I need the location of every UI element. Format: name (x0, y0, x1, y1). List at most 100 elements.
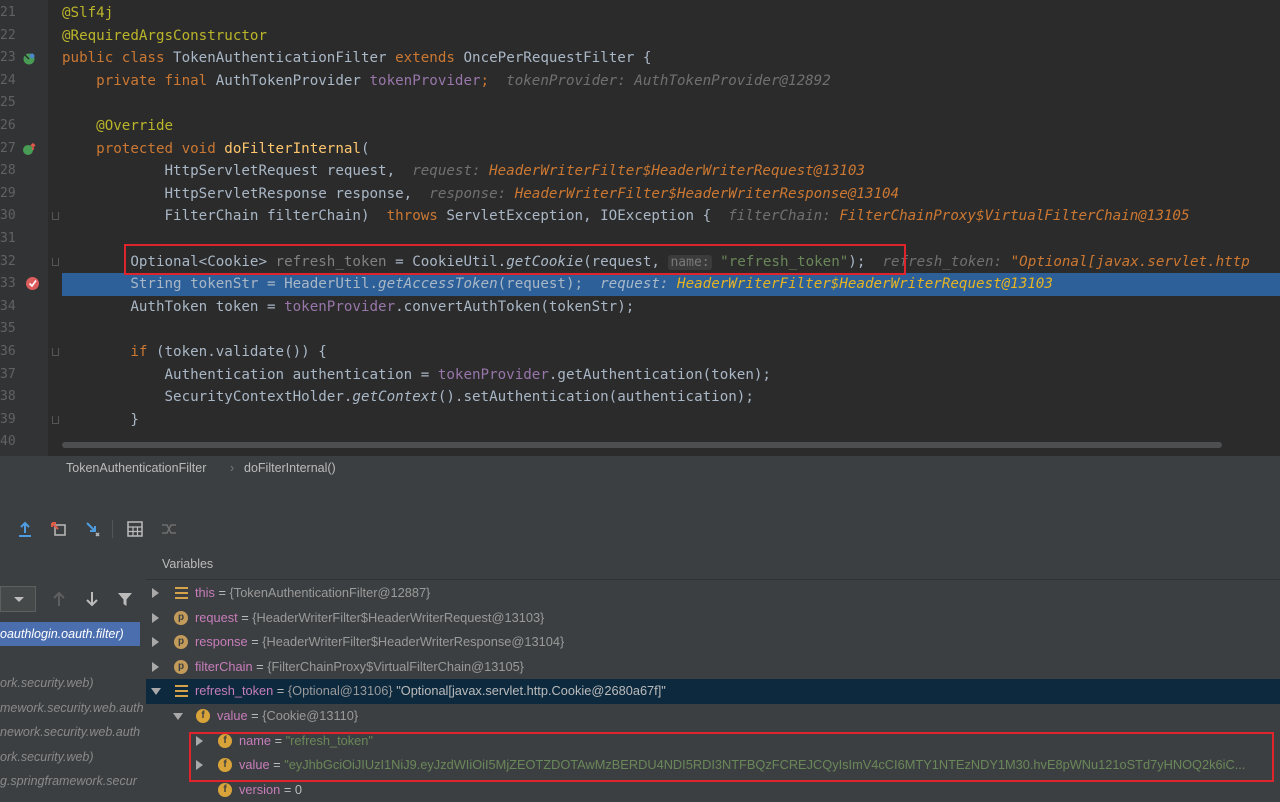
variable-name: this (195, 585, 215, 600)
code-line[interactable]: public class TokenAuthenticationFilter e… (62, 47, 1280, 70)
breadcrumb-class[interactable]: TokenAuthenticationFilter (66, 456, 206, 480)
code-line[interactable]: AuthToken token = tokenProvider.convertA… (62, 296, 1280, 319)
next-frame-icon[interactable] (85, 591, 99, 607)
code-line[interactable]: @Slf4j (62, 2, 1280, 25)
inline-debug-value: filterChain: (711, 208, 840, 225)
line-number[interactable]: 40 (0, 431, 16, 454)
code-line[interactable]: FilterChain filterChain) throws ServletE… (62, 205, 1280, 228)
code-token: ; (480, 72, 490, 89)
line-number[interactable]: 33 (0, 273, 16, 296)
code-line[interactable] (62, 92, 1280, 115)
line-number[interactable]: 38 (0, 386, 16, 409)
line-number[interactable]: 30 (0, 205, 16, 228)
breakpoint-icon[interactable] (25, 276, 40, 291)
line-number[interactable]: 24 (0, 70, 16, 93)
fold-marker[interactable] (52, 258, 59, 266)
stack-frame[interactable] (0, 647, 146, 671)
collapsed-arrow-icon[interactable] (152, 661, 159, 672)
collapsed-arrow-icon[interactable] (152, 588, 159, 598)
code-token: .getAuthentication(token); (548, 366, 771, 383)
fold-marker[interactable] (52, 416, 59, 424)
trace-stream-button[interactable] (156, 510, 182, 548)
current-execution-line[interactable]: String tokenStr = HeaderUtil.getAccessTo… (62, 273, 1280, 296)
code-token: extends (395, 50, 464, 67)
fold-marker[interactable] (52, 212, 59, 220)
collapsed-arrow-icon[interactable] (152, 612, 159, 623)
code-token: (request); (497, 276, 584, 293)
code-line[interactable]: protected void doFilterInternal( (62, 138, 1280, 161)
line-number[interactable]: 23 (0, 47, 16, 70)
variable-row[interactable]: p response = {HeaderWriterFilter$HeaderWr… (146, 630, 1280, 655)
code-line[interactable]: HttpServletResponse response, response: … (62, 183, 1280, 206)
horizontal-scrollbar[interactable] (62, 442, 1222, 448)
variable-name: value (217, 708, 248, 723)
code-line[interactable]: SecurityContextHolder.getContext().setAu… (62, 386, 1280, 409)
line-number[interactable]: 39 (0, 409, 16, 432)
code-line[interactable]: @RequiredArgsConstructor (62, 25, 1280, 48)
thread-selector[interactable] (0, 586, 36, 612)
collapsed-arrow-icon[interactable] (152, 637, 159, 648)
line-number[interactable]: 26 (0, 115, 16, 138)
chevron-right-icon: › (230, 461, 235, 475)
stack-frame[interactable]: ork.security.web) (0, 745, 146, 769)
variables-panel: Variables this = {TokenAuthenticationFil… (146, 548, 1280, 802)
line-number[interactable]: 31 (0, 228, 16, 251)
line-number[interactable]: 37 (0, 364, 16, 387)
line-number[interactable]: 36 (0, 341, 16, 364)
line-number[interactable]: 27 (0, 138, 16, 161)
expanded-arrow-icon[interactable] (173, 713, 183, 720)
inline-debug-value: request: (583, 276, 678, 293)
variable-val: 0 (294, 781, 302, 797)
code-token: doFilterInternal (224, 140, 361, 157)
expanded-arrow-icon[interactable] (151, 688, 161, 696)
line-number[interactable]: 34 (0, 296, 16, 319)
evaluate-expression-button[interactable] (122, 510, 148, 548)
stack-frame[interactable]: ork.security.web) (0, 671, 146, 695)
implemented-class-icon[interactable] (22, 52, 36, 66)
override-method-icon[interactable] (22, 142, 36, 156)
code-token: tokenProvider (284, 298, 396, 315)
code-line[interactable] (62, 318, 1280, 341)
fold-marker[interactable] (52, 348, 59, 356)
inline-debug-value: request: (395, 163, 490, 180)
stack-frame[interactable]: g.springframework.secur (0, 769, 146, 793)
line-number[interactable]: 25 (0, 92, 16, 115)
variable-type: {TokenAuthenticationFilter@12887} (229, 585, 431, 600)
code-line[interactable]: Authentication authentication = tokenPro… (62, 364, 1280, 387)
code-line[interactable]: @Override (62, 115, 1280, 138)
line-number-gutter[interactable]: 21 22 23 24 25 26 27 28 29 30 31 32 33 34 35 36 37 38 39 40 (0, 0, 48, 456)
line-number[interactable]: 32 (0, 251, 16, 274)
code-token: TokenAuthenticationFilter (173, 50, 396, 67)
highlight-box-cookie-fields (189, 732, 1274, 782)
code-line[interactable]: if (token.validate()) { (62, 341, 1280, 364)
stack-frame[interactable]: mework.security.web.auth (0, 696, 146, 720)
variable-eq: = (252, 658, 268, 674)
stack-frame[interactable]: nework.security.web.auth (0, 720, 146, 744)
breadcrumb-method[interactable]: doFilterInternal() (244, 456, 336, 480)
variable-row[interactable]: p filterChain = {FilterChainProxy$Virtual… (146, 655, 1280, 680)
code-line[interactable]: HttpServletRequest request, request: Hea… (62, 160, 1280, 183)
frames-panel: oauthlogin.oauth.filter) ork.security.web… (0, 548, 147, 802)
inline-debug-value: "Optional[javax.servlet.http (1010, 253, 1250, 270)
run-to-cursor-icon (86, 522, 100, 537)
line-number[interactable]: 28 (0, 160, 16, 183)
variable-row[interactable]: this = {TokenAuthenticationFilter@12887} (146, 581, 1280, 606)
code-token: } (62, 411, 139, 428)
line-number[interactable]: 21 (0, 2, 16, 25)
stack-frame[interactable]: oauthlogin.oauth.filter) (0, 622, 140, 646)
code-token: @Slf4j (62, 5, 114, 21)
code-line[interactable]: private final AuthTokenProvider tokenPro… (62, 70, 1280, 93)
run-to-cursor-button[interactable] (80, 510, 106, 548)
line-number[interactable]: 22 (0, 25, 16, 48)
line-number[interactable]: 35 (0, 318, 16, 341)
variable-row[interactable]: refresh_token = {Optional@13106} "Option… (146, 679, 1280, 704)
code-line[interactable]: } (62, 409, 1280, 432)
filter-icon[interactable] (117, 592, 133, 607)
variable-row[interactable]: f value = {Cookie@13110} (146, 704, 1280, 729)
line-number[interactable]: 29 (0, 183, 16, 206)
variable-row[interactable]: p request = {HeaderWriterFilter$HeaderWri… (146, 606, 1280, 631)
step-out-button[interactable] (12, 510, 38, 548)
code-editor[interactable]: 21 22 23 24 25 26 27 28 29 30 31 32 33 34 35 36 37 38 39 40… (0, 0, 1280, 456)
drop-frame-button[interactable] (46, 510, 72, 548)
previous-frame-icon[interactable] (52, 591, 66, 607)
